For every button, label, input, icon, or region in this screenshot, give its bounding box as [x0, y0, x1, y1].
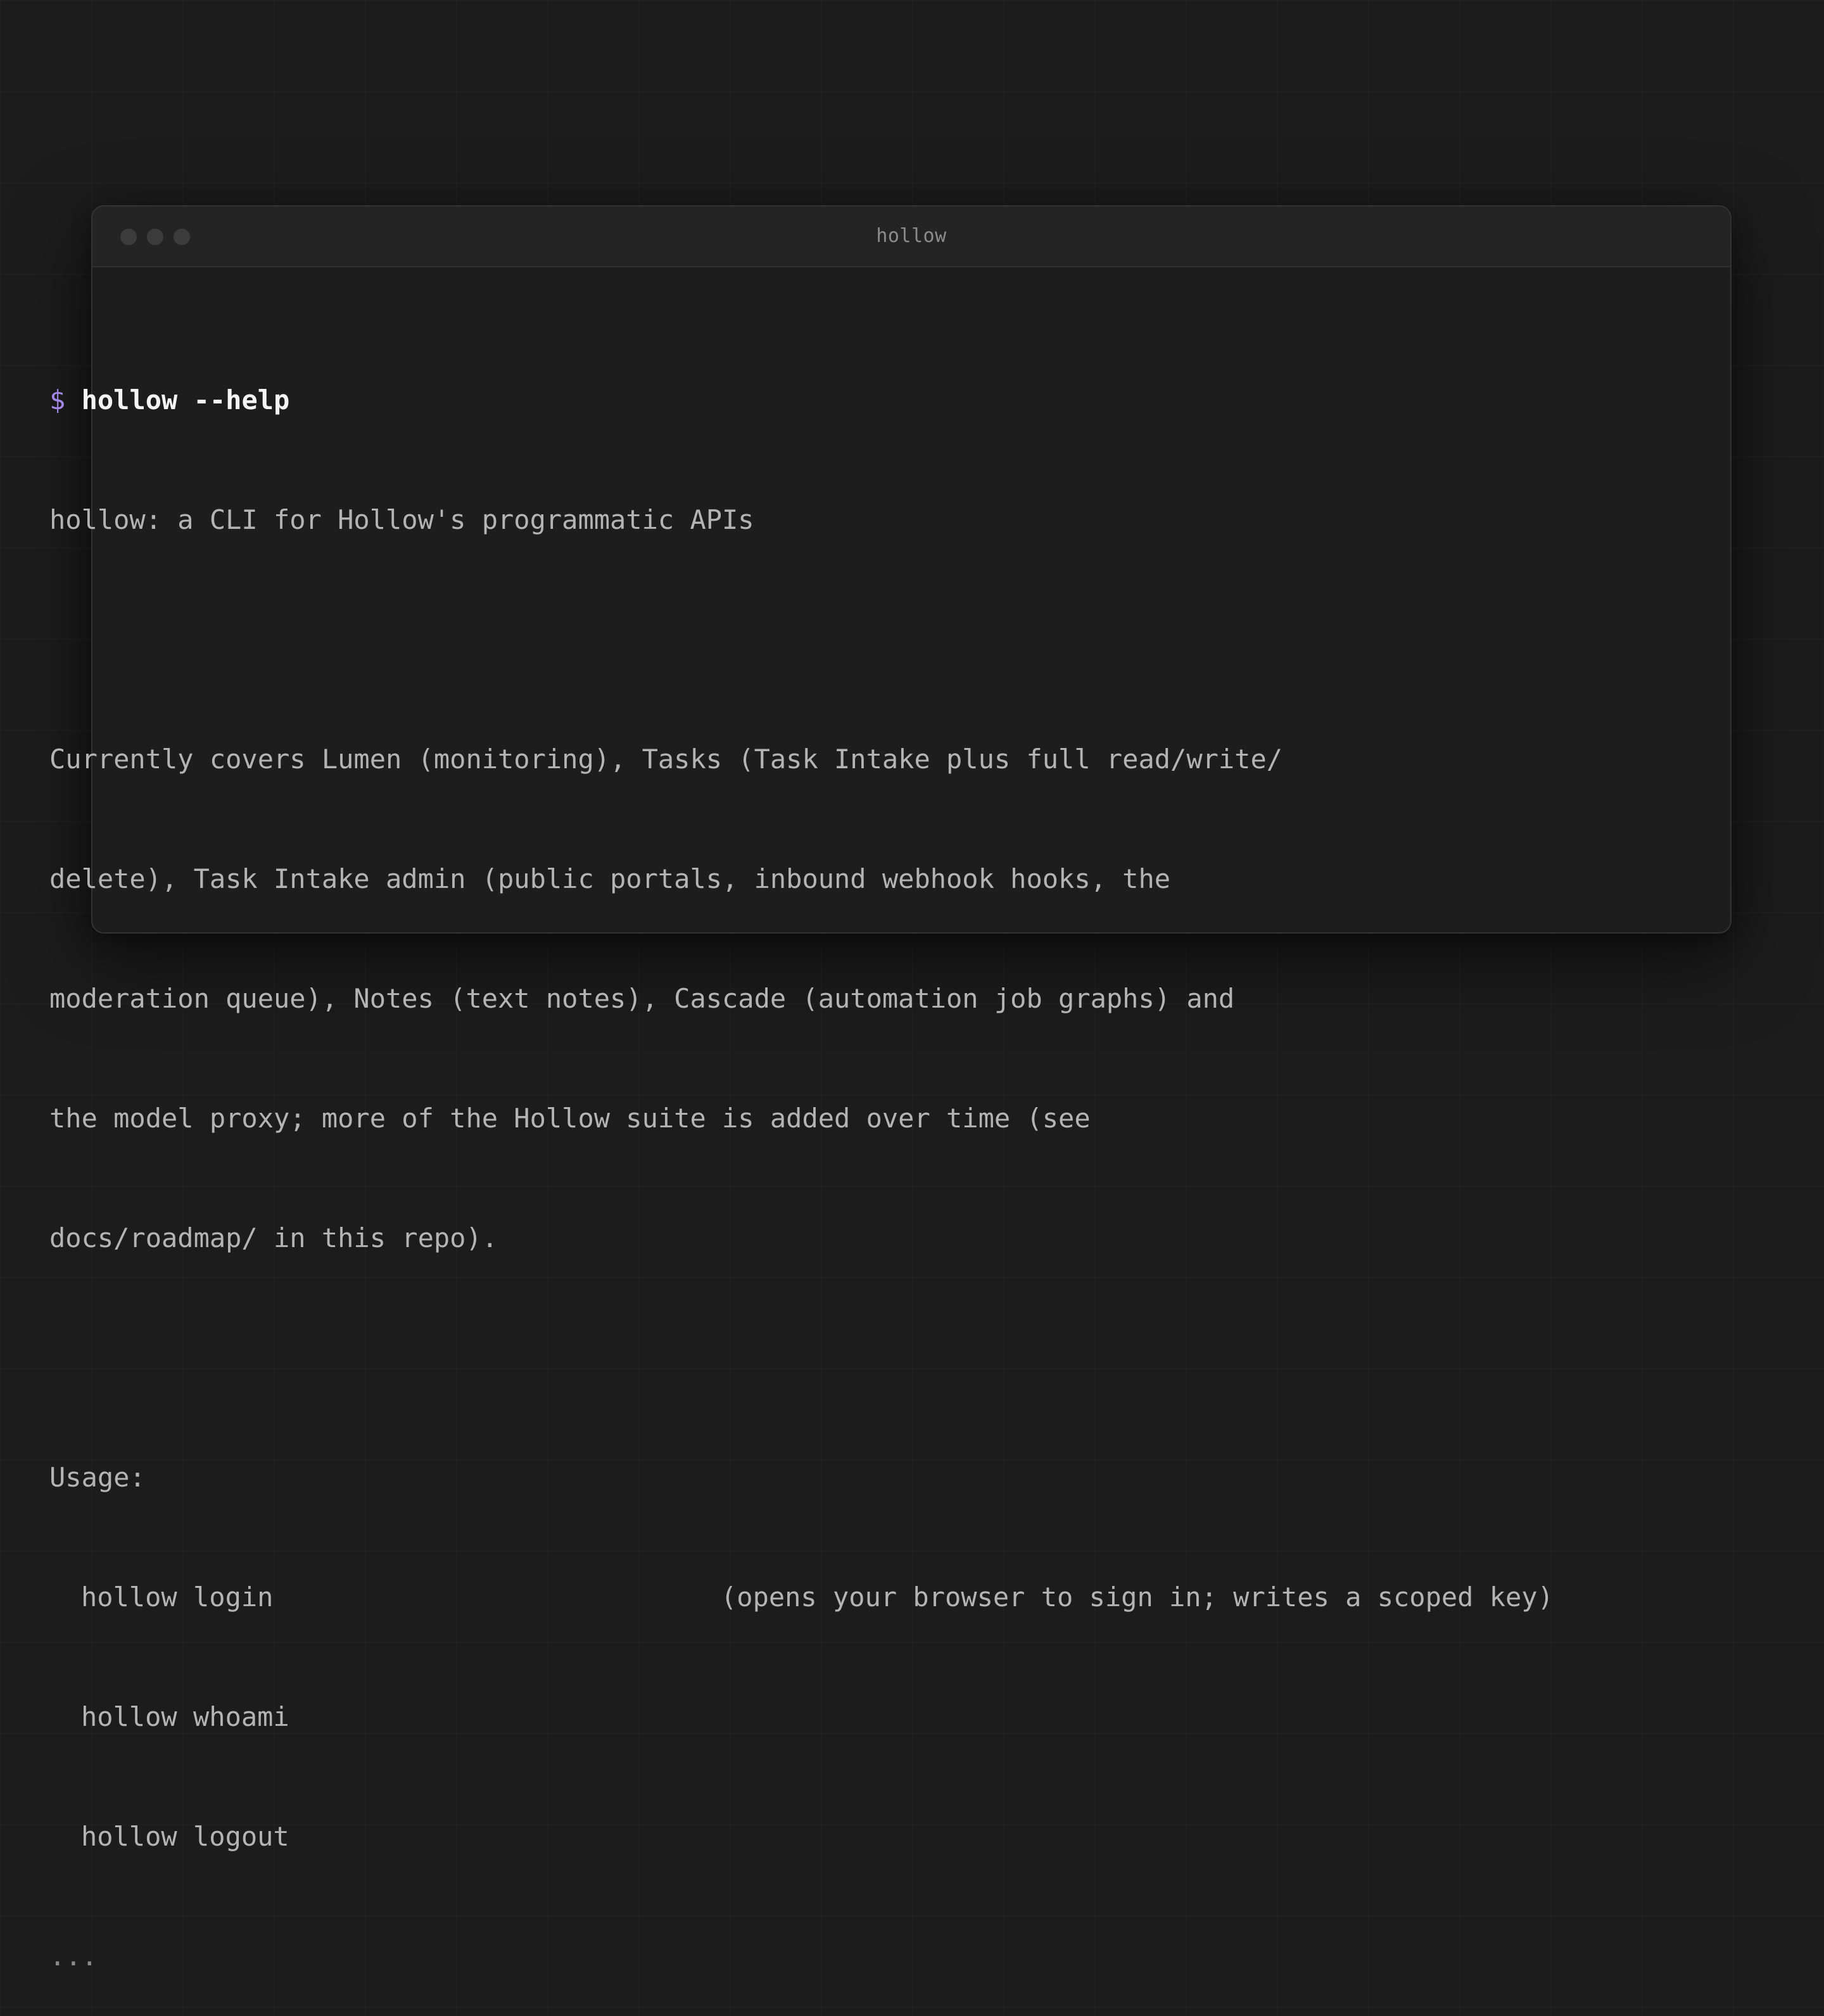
usage-row-logout: hollow logout: [49, 1816, 1671, 1856]
usage-heading: Usage:: [49, 1462, 146, 1493]
usage-row-login: hollow login (opens your browser to sign…: [49, 1577, 1671, 1617]
usage-command: hollow logout: [81, 1821, 289, 1852]
usage-description: (opens your browser to sign in; writes a…: [721, 1582, 1554, 1613]
ellipsis: ...: [49, 1941, 98, 1972]
description-line: the model proxy; more of the Hollow suit…: [49, 1103, 1091, 1134]
description-line: moderation queue), Notes (text notes), C…: [49, 983, 1235, 1014]
prompt-symbol: $: [49, 384, 66, 415]
entered-command: hollow --help: [81, 384, 290, 415]
prompt-line: $ hollow --help: [49, 380, 1671, 420]
summary-line: hollow: a CLI for Hollow's programmatic …: [49, 504, 754, 535]
description-line: Currently covers Lumen (monitoring), Tas…: [49, 744, 1283, 775]
terminal-output[interactable]: $ hollow --help hollow: a CLI for Hollow…: [49, 300, 1671, 2016]
title-bar: hollow: [92, 206, 1730, 267]
usage-row-whoami: hollow whoami: [49, 1697, 1671, 1737]
usage-command: hollow login: [81, 1582, 274, 1613]
window-title: hollow: [876, 225, 947, 247]
description-line: docs/roadmap/ in this repo).: [49, 1222, 498, 1253]
description-line: delete), Task Intake admin (public porta…: [49, 863, 1171, 894]
usage-command: hollow whoami: [81, 1701, 289, 1732]
